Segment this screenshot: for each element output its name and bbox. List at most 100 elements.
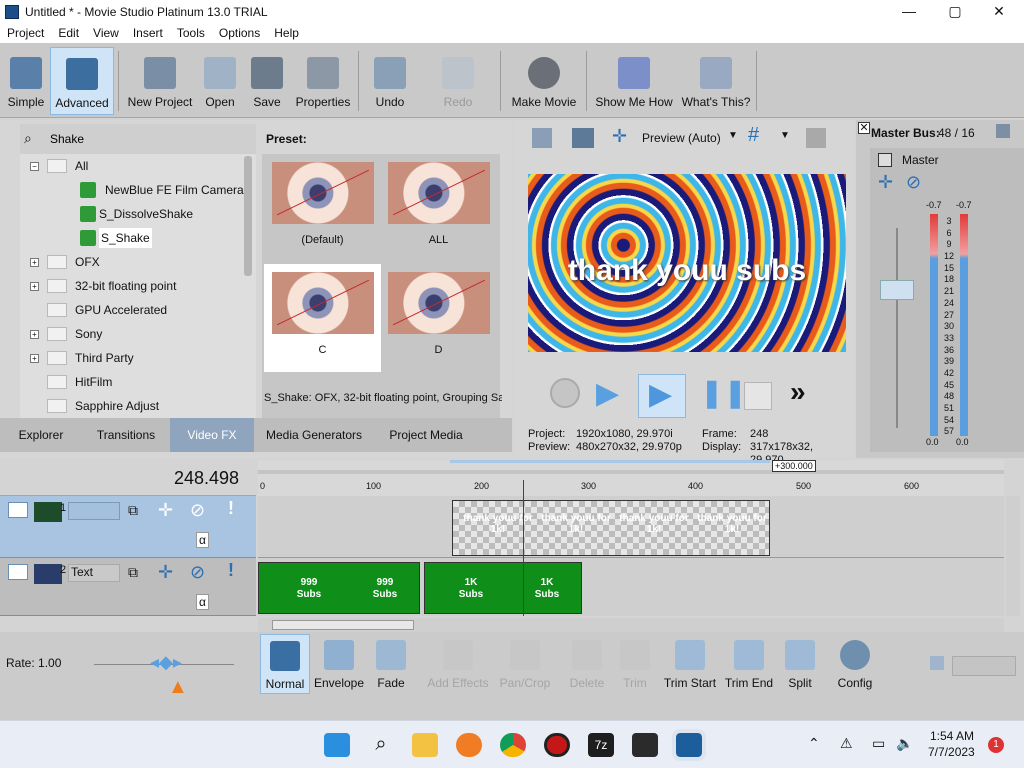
playhead-cursor[interactable] — [523, 480, 524, 616]
properties-button[interactable]: Properties — [292, 47, 354, 115]
fx-search-box[interactable]: ⌕ — [20, 124, 256, 154]
solo-track-icon[interactable]: ! — [228, 560, 234, 581]
split-screen-icon[interactable]: ✛ — [612, 126, 627, 147]
text-clip-999-subs[interactable]: 999 Subs 999 Subs — [258, 562, 420, 614]
volume-icon[interactable]: 🔈 — [896, 735, 913, 752]
horizontal-scrollbar[interactable] — [258, 618, 1004, 632]
composite-mode-icon[interactable]: ⧉ — [128, 564, 138, 581]
expand-icon[interactable]: + — [30, 257, 39, 267]
tab-project-media[interactable]: Project Media — [374, 418, 478, 452]
advanced-button[interactable]: Advanced — [50, 47, 114, 115]
windows-start-icon[interactable] — [324, 733, 350, 757]
mute-track-icon[interactable]: ⊘ — [190, 562, 205, 583]
track-name-field[interactable]: Text — [68, 564, 120, 582]
tree-item-s-dissolveshake[interactable]: S_DissolveShake — [80, 202, 193, 226]
open-button[interactable]: Open — [198, 47, 242, 115]
tree-scrollbar[interactable] — [244, 156, 252, 276]
collapse-icon[interactable]: − — [30, 161, 39, 171]
pause-icon[interactable]: ❚❚ — [700, 376, 747, 409]
chevron-down-icon[interactable]: ▼ — [780, 130, 790, 141]
track-2-lane[interactable]: 999 Subs 999 Subs 1K Subs 1K Subs — [258, 558, 1004, 616]
tab-explorer[interactable]: Explorer — [0, 418, 82, 452]
tree-item-sapphire-adjust[interactable]: Sapphire Adjust — [47, 394, 159, 418]
pan-crop-button[interactable]: Pan/Crop — [496, 634, 554, 694]
tree-item-hitfilm[interactable]: HitFilm — [47, 370, 112, 394]
firefox-icon[interactable] — [456, 733, 482, 757]
menu-edit[interactable]: Edit — [51, 23, 86, 43]
menu-options[interactable]: Options — [212, 23, 267, 43]
play-button[interactable]: ▶ — [638, 374, 686, 418]
trim-button[interactable]: Trim — [612, 634, 658, 694]
tree-item-ofx[interactable]: + OFX — [30, 250, 100, 274]
menu-project[interactable]: Project — [0, 23, 51, 43]
tree-item-sony[interactable]: + Sony — [30, 322, 102, 346]
shuttle-icon[interactable]: ◂◆▸ — [150, 652, 182, 673]
trim-start-button[interactable]: Trim Start — [662, 634, 718, 694]
overlays-grid-icon[interactable]: # — [748, 124, 759, 147]
menu-tools[interactable]: Tools — [170, 23, 212, 43]
maximize-button[interactable]: ▢ — [932, 0, 978, 23]
compositing-icon[interactable]: α — [196, 594, 209, 610]
tree-item-gpu-accelerated[interactable]: GPU Accelerated — [47, 298, 167, 322]
compositing-icon[interactable]: α — [196, 532, 209, 548]
copy-snapshot-icon[interactable] — [806, 128, 826, 148]
track-1-header[interactable]: 1 ⧉ ✛ ⊘ ! α — [0, 496, 256, 558]
bus-properties-icon[interactable] — [996, 124, 1010, 138]
fade-button[interactable]: Fade — [368, 634, 414, 694]
track-expand-icon[interactable] — [8, 564, 28, 580]
composite-mode-icon[interactable]: ⧉ — [128, 502, 138, 519]
mute-icon[interactable]: ⊘ — [906, 172, 921, 193]
show-me-how-button[interactable]: Show Me How — [592, 47, 676, 115]
tree-item-s-shake[interactable]: S_Shake — [80, 226, 152, 250]
trim-end-button[interactable]: Trim End — [722, 634, 776, 694]
track-1-lane[interactable]: thank youu for 1k! thank youu for 1k! th… — [258, 496, 1004, 558]
7zip-icon[interactable]: 7z — [588, 733, 614, 757]
timeline-ruler[interactable]: +300.000 0 100 200 300 400 500 600 — [258, 460, 1004, 496]
minimize-button[interactable]: — — [886, 0, 932, 23]
expand-icon[interactable]: + — [30, 353, 39, 363]
tab-video-fx[interactable]: Video FX — [170, 418, 254, 452]
search-icon[interactable]: ⌕ — [368, 733, 394, 757]
preset-c[interactable]: C — [264, 264, 381, 372]
movie-studio-icon[interactable] — [672, 729, 706, 761]
expand-icon[interactable]: + — [30, 281, 39, 291]
tab-transitions[interactable]: Transitions — [82, 418, 170, 452]
new-project-button[interactable]: New Project — [124, 47, 196, 115]
stop-icon[interactable] — [744, 382, 772, 410]
go-to-end-icon[interactable]: » — [790, 376, 806, 408]
make-movie-button[interactable]: Make Movie — [508, 47, 580, 115]
master-fx-icon[interactable] — [878, 153, 892, 167]
solo-track-icon[interactable]: ! — [228, 498, 234, 519]
mute-track-icon[interactable]: ⊘ — [190, 500, 205, 521]
file-explorer-icon[interactable] — [412, 733, 438, 757]
menu-view[interactable]: View — [86, 23, 126, 43]
chevron-down-icon[interactable]: ▼ — [728, 130, 738, 141]
chevron-up-icon[interactable]: ⌃ — [808, 735, 820, 752]
menu-help[interactable]: Help — [267, 23, 306, 43]
track-motion-icon[interactable]: ✛ — [158, 562, 173, 583]
normal-edit-button[interactable]: Normal — [260, 634, 310, 694]
tab-media-generators[interactable]: Media Generators — [254, 418, 374, 452]
text-clip-1k-subs[interactable]: 1K Subs 1K Subs — [424, 562, 582, 614]
tree-item-32-bit-floating-point[interactable]: +32-bit floating point — [30, 274, 176, 298]
network-icon[interactable]: ⚠ — [840, 735, 853, 752]
preset-all[interactable]: ALL — [380, 154, 497, 262]
text-clip-track-1[interactable]: thank youu for 1k! thank youu for 1k! th… — [452, 500, 770, 556]
master-fader-thumb[interactable] — [880, 280, 914, 300]
preset-d[interactable]: D — [380, 264, 497, 372]
record-icon[interactable] — [550, 378, 580, 408]
preview-quality-dropdown[interactable]: Preview (Auto) — [642, 131, 721, 145]
add-effects-button[interactable]: Add Effects — [426, 634, 490, 694]
save-button[interactable]: Save — [246, 47, 288, 115]
track-name-field[interactable] — [68, 502, 120, 520]
delete-button[interactable]: Delete — [566, 634, 608, 694]
external-monitor-icon[interactable] — [572, 128, 594, 148]
simple-button[interactable]: Simple — [4, 47, 48, 115]
config-button[interactable]: Config — [832, 634, 878, 694]
screen-recorder-icon[interactable] — [544, 733, 570, 757]
preview-properties-icon[interactable] — [532, 128, 552, 148]
pan-icon[interactable]: ✛ — [878, 172, 893, 193]
menu-insert[interactable]: Insert — [126, 23, 170, 43]
close-button[interactable]: ✕ — [976, 0, 1022, 23]
zoom-icon[interactable] — [930, 656, 944, 670]
